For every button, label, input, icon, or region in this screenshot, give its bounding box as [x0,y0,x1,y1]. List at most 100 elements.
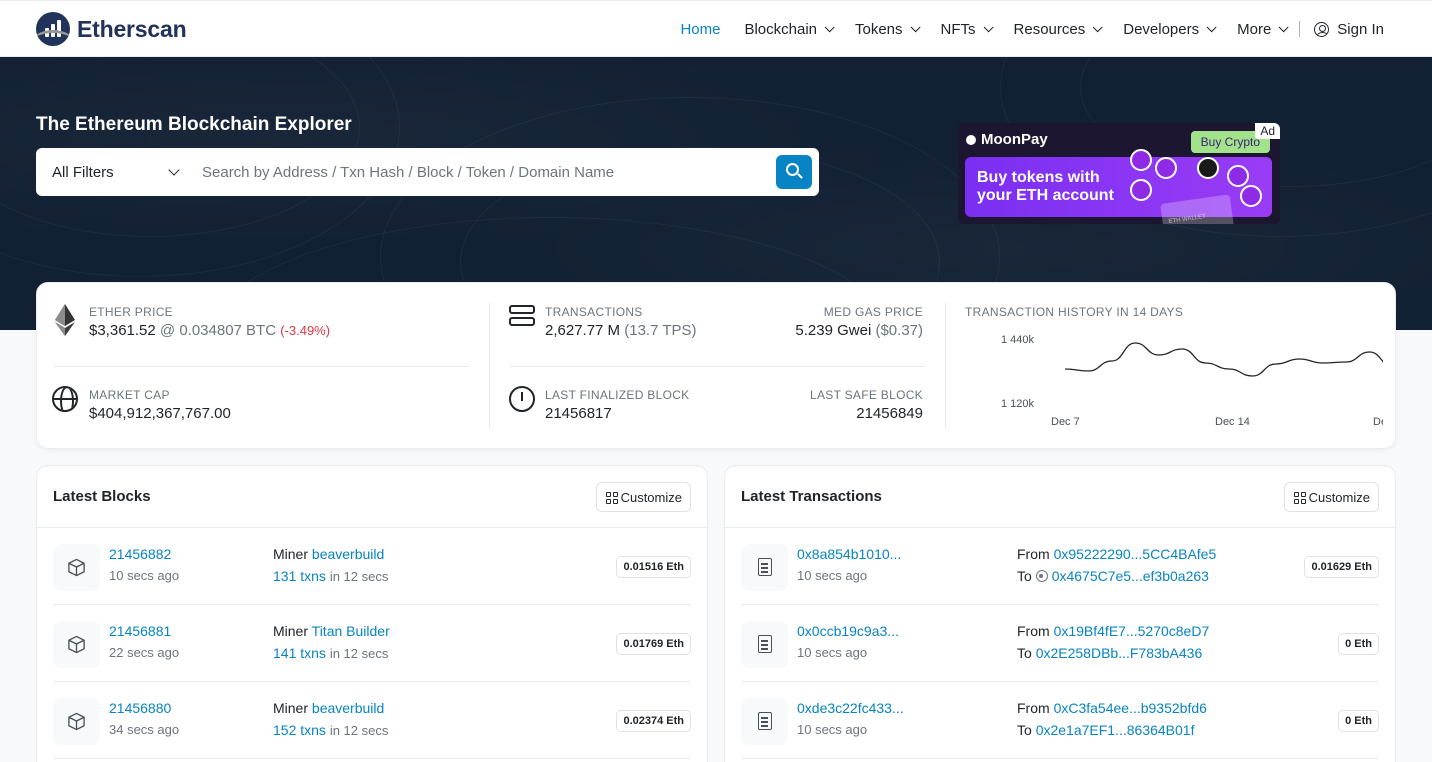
ad-label: Ad [1255,123,1280,139]
block-tile [53,698,100,745]
document-icon [758,712,772,730]
search-input[interactable] [202,156,762,188]
sign-in-link[interactable]: Sign In [1314,21,1384,38]
token-coin-icon [1130,149,1152,171]
token-coin-icon [1130,179,1152,201]
block-age: 10 secs ago [109,568,180,583]
tether-coin-icon [1197,157,1219,179]
nav-tokens[interactable]: Tokens [855,21,921,38]
chevron-down-icon [824,21,835,32]
block-age: 22 secs ago [109,645,180,660]
gas-price-value[interactable]: 5.239 Gwei ($0.37) [795,322,923,339]
search-button[interactable] [776,155,812,189]
txn-age: 10 secs ago [797,568,868,583]
from-address-link[interactable]: 0x95222290...5CC4BAfe5 [1054,546,1217,562]
moonpay-logo: MoonPay [966,131,1048,148]
nav-blockchain[interactable]: Blockchain [744,21,835,38]
miner-line: Miner beaverbuild [273,546,385,562]
transaction-history-chart[interactable]: 1 440k 1 120k Dec 7 Dec 14 Dec 21 [963,331,1383,431]
market-cap-value: $404,912,367,767.00 [89,405,231,422]
block-txns-link[interactable]: 141 txns [273,645,326,661]
y-tick-label: 1 120k [1001,398,1035,410]
to-address-link[interactable]: 0x2e1a7EF1...86364B01f [1036,722,1195,738]
block-number-link[interactable]: 21456880 [109,700,171,716]
transactions-value[interactable]: 2,627.77 M (13.7 TPS) [545,322,697,339]
nav-developers[interactable]: Developers [1123,21,1217,38]
txn-hash-link[interactable]: 0x8a854b1010... [797,546,901,562]
block-row: 21456880 34 secs ago Miner beaverbuild 152 … [53,682,691,759]
to-address-link[interactable]: 0x4675C7e5...ef3b0a263 [1052,568,1209,584]
ethereum-icon [55,304,75,336]
txn-tile [741,698,788,745]
globe-icon [52,386,78,412]
chevron-down-icon [1206,21,1217,32]
miner-line: Miner Titan Builder [273,623,390,639]
latest-blocks-title: Latest Blocks [53,488,151,505]
grid-icon [605,492,618,504]
clock-icon [509,386,535,412]
latest-blocks-header: Latest Blocks Customize [37,466,707,528]
from-address-link[interactable]: 0x19Bf4fE7...5270c8eD7 [1054,623,1210,639]
txns-line: 141 txns in 12 secs [273,645,389,661]
finalized-block: LAST FINALIZED BLOCK 21456817 [545,388,690,422]
chevron-down-icon [910,21,921,32]
document-icon [758,558,772,576]
txns-line: 152 txns in 12 secs [273,722,389,738]
etherscan-logo-icon [36,12,70,46]
top-navbar: Etherscan Home Blockchain Tokens NFTs Re… [0,0,1432,57]
customize-button[interactable]: Customize [1283,482,1379,512]
safe-value[interactable]: 21456849 [810,405,923,422]
miner-link[interactable]: beaverbuild [312,546,384,562]
filter-select[interactable]: All Filters [52,148,182,196]
latest-transactions-panel: Latest Transactions Customize 0x8a854b10… [724,465,1396,762]
token-coin-icon [1227,165,1249,187]
x-tick-label: Dec 14 [1215,416,1250,428]
chevron-down-icon [983,21,994,32]
customize-button[interactable]: Customize [595,482,691,512]
transaction-row: 0x0ccb19c9a3... 10 secs ago From 0x19Bf4fE… [741,605,1379,682]
block-number-link[interactable]: 21456881 [109,623,171,639]
moonpay-ad-banner[interactable]: MoonPay Buy tokens with your ETH account… [958,123,1280,224]
latest-blocks-panel: Latest Blocks Customize 21456882 10 secs … [36,465,708,762]
price-change: (-3.49%) [280,323,331,338]
to-line: To 0x2E258DBb...F783bA436 [1017,645,1203,661]
block-txns-link[interactable]: 152 txns [273,722,326,738]
miner-link[interactable]: beaverbuild [312,700,384,716]
to-line: To 0x4675C7e5...ef3b0a263 [1017,568,1209,584]
ether-price-value[interactable]: $3,361.52 @ 0.034807 BTC (-3.49%) [89,322,330,339]
ether-price-label: ETHER PRICE [89,305,173,319]
server-icon [509,305,535,327]
ether-price-block: ETHER PRICE $3,361.52 @ 0.034807 BTC (-3… [89,305,330,339]
etherscan-logo[interactable]: Etherscan [36,12,187,46]
block-reward-badge: 0.01516 Eth [616,556,691,578]
nav-nfts[interactable]: NFTs [941,21,994,38]
transactions-block: TRANSACTIONS 2,627.77 M (13.7 TPS) [545,305,697,339]
nav-resources[interactable]: Resources [1014,21,1103,38]
nav-home[interactable]: Home [680,21,720,38]
finalized-value[interactable]: 21456817 [545,405,690,422]
miner-line: Miner beaverbuild [273,700,385,716]
token-coin-icon [1240,185,1262,207]
from-address-link[interactable]: 0xC3fa54ee...b9352bfd6 [1054,700,1207,716]
to-address-link[interactable]: 0x2E258DBb...F783bA436 [1036,645,1203,661]
nav-more[interactable]: More [1237,21,1289,38]
transactions-label: TRANSACTIONS [545,305,643,319]
block-number-link[interactable]: 21456882 [109,546,171,562]
ad-panel: Buy tokens with your ETH account ETH WAL… [965,149,1272,224]
block-reward-badge: 0.02374 Eth [616,710,691,732]
txn-hash-link[interactable]: 0xde3c22fc433... [797,700,904,716]
txn-amount-badge: 0.01629 Eth [1304,556,1379,578]
txn-hash-link[interactable]: 0x0ccb19c9a3... [797,623,899,639]
market-cap-label: MARKET CAP [89,388,170,402]
miner-link[interactable]: Titan Builder [312,623,390,639]
chevron-down-icon [1092,21,1103,32]
document-icon [758,635,772,653]
from-line: From 0x95222290...5CC4BAfe5 [1017,546,1217,562]
block-txns-link[interactable]: 131 txns [273,568,326,584]
main-nav: Home Blockchain Tokens NFTs Resources De… [656,1,1384,57]
from-line: From 0xC3fa54ee...b9352bfd6 [1017,700,1207,716]
chevron-down-icon [168,164,180,176]
block-tile [53,621,100,668]
x-tick-label: Dec 7 [1051,416,1080,428]
txn-tile [741,621,788,668]
